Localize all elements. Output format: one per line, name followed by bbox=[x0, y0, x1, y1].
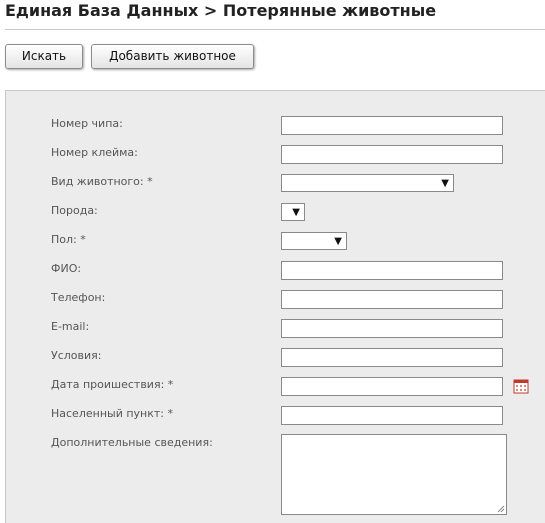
brand-number-field[interactable] bbox=[281, 145, 503, 164]
email-label: E-mail: bbox=[51, 320, 90, 333]
phone-label: Телефон: bbox=[51, 291, 106, 304]
chip-label: Номер чипа: bbox=[51, 117, 123, 130]
species-label: Вид животного: * bbox=[51, 175, 153, 188]
name-label: ФИО: bbox=[51, 262, 82, 275]
breed-label: Порода: bbox=[51, 204, 98, 217]
brand-label: Номер клейма: bbox=[51, 146, 138, 159]
page-title: Единая База Данных > Потерянные животные bbox=[5, 1, 437, 20]
conditions-field[interactable] bbox=[281, 348, 503, 367]
chevron-down-icon: ▼ bbox=[334, 236, 342, 247]
lost-animal-form: Номер чипа: Номер клейма: Вид животного:… bbox=[5, 90, 545, 523]
breed-select[interactable]: ▼ bbox=[281, 203, 305, 221]
city-label: Населенный пункт: * bbox=[51, 407, 173, 420]
search-button[interactable]: Искать bbox=[5, 44, 83, 69]
title-divider bbox=[5, 29, 545, 30]
chip-number-field[interactable] bbox=[281, 116, 503, 135]
sex-label: Пол: * bbox=[51, 233, 86, 246]
resize-grip-icon[interactable] bbox=[497, 505, 505, 513]
city-field[interactable] bbox=[281, 406, 503, 425]
sex-select[interactable]: ▼ bbox=[281, 232, 347, 250]
species-select[interactable]: ▼ bbox=[281, 174, 454, 192]
conditions-label: Условия: bbox=[51, 349, 102, 362]
notes-textarea[interactable] bbox=[281, 434, 507, 515]
calendar-icon[interactable] bbox=[513, 378, 529, 394]
date-label: Дата проишествия: * bbox=[51, 378, 174, 391]
email-field[interactable] bbox=[281, 319, 503, 338]
name-field[interactable] bbox=[281, 261, 503, 280]
chevron-down-icon: ▼ bbox=[441, 178, 449, 189]
add-animal-button[interactable]: Добавить животное bbox=[91, 44, 254, 69]
chevron-down-icon: ▼ bbox=[292, 207, 300, 218]
incident-date-field[interactable] bbox=[281, 377, 503, 396]
notes-label: Дополнительные сведения: bbox=[51, 436, 213, 449]
phone-field[interactable] bbox=[281, 290, 503, 309]
